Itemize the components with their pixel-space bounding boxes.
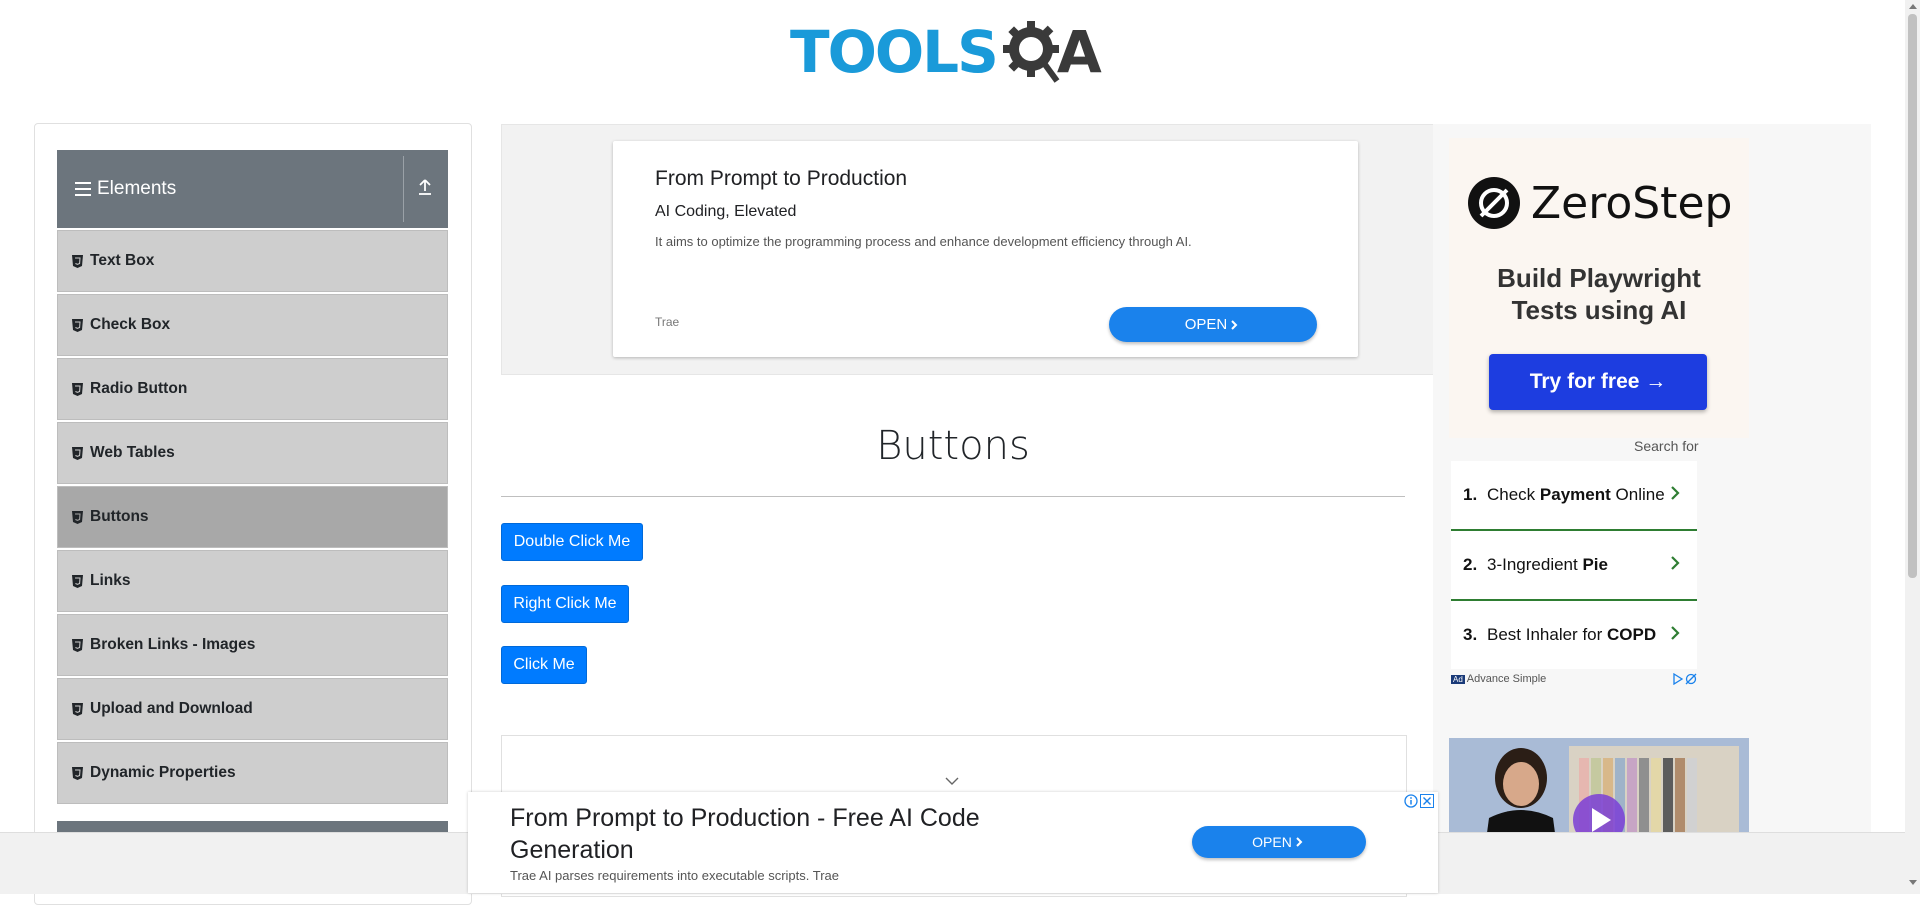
sidebar-item-label: Check Box bbox=[90, 316, 171, 333]
double-click-button[interactable]: Double Click Me bbox=[501, 523, 643, 561]
logo-suffix: A bbox=[1056, 18, 1102, 86]
chevron-right-icon bbox=[1296, 837, 1303, 847]
html5-icon bbox=[72, 574, 83, 588]
html5-icon bbox=[72, 766, 83, 780]
sidebar-item-broken-links[interactable]: Broken Links - Images bbox=[57, 614, 448, 676]
chevron-right-icon bbox=[1671, 556, 1680, 570]
sidebar-item-label: Text Box bbox=[90, 252, 155, 269]
collapse-upload-icon[interactable] bbox=[417, 178, 433, 196]
search-result-1[interactable]: 1. Check Payment Online bbox=[1451, 461, 1697, 529]
bottom-ad-description: Trae AI parses requirements into executa… bbox=[510, 868, 840, 883]
zerostep-tagline: Build Playwright Tests using AI bbox=[1449, 262, 1749, 326]
result-number: 1. bbox=[1463, 485, 1478, 504]
sidebar-item-label: Buttons bbox=[90, 508, 149, 525]
scrollbar-thumb[interactable] bbox=[1908, 14, 1917, 578]
result-text: Best Inhaler for COPD bbox=[1487, 625, 1657, 644]
ad-description: It aims to optimize the programming proc… bbox=[655, 234, 1192, 249]
html5-icon bbox=[72, 254, 83, 268]
elements-group-header[interactable]: Elements bbox=[57, 150, 448, 228]
chevron-right-icon bbox=[1671, 486, 1680, 500]
bottom-ad-headline: From Prompt to Production - Free AI Code… bbox=[510, 804, 980, 864]
zerostep-logo-icon bbox=[1468, 177, 1520, 229]
sidebar-item-links[interactable]: Links bbox=[57, 550, 448, 612]
zerostep-logo: ZeroStep bbox=[1467, 176, 1732, 230]
group-title: Elements bbox=[97, 178, 177, 199]
sidebar-item-label: Broken Links - Images bbox=[90, 636, 256, 653]
bottom-sticky-ad[interactable]: From Prompt to Production - Free AI Code… bbox=[468, 792, 1438, 893]
bottom-ad-open-label: OPEN bbox=[1252, 834, 1292, 850]
ad-footer: Ad Advance Simple bbox=[1451, 672, 1697, 686]
page-title: Buttons bbox=[876, 423, 1030, 469]
elements-menu-list: Text Box Check Box Radio Button Web Tabl… bbox=[57, 230, 448, 806]
click-me-button[interactable]: Click Me bbox=[501, 646, 587, 684]
ad-headline: From Prompt to Production bbox=[655, 167, 908, 190]
sidebar-item-label: Upload and Download bbox=[90, 700, 253, 717]
chevron-right-icon bbox=[1671, 626, 1680, 640]
zerostep-brand: ZeroStep bbox=[1531, 177, 1733, 229]
sidebar-item-label: Dynamic Properties bbox=[90, 764, 236, 781]
result-number: 3. bbox=[1463, 625, 1478, 644]
html5-icon bbox=[72, 318, 83, 332]
search-for-label: Search for bbox=[1634, 438, 1699, 454]
ad-badge: Ad bbox=[1451, 674, 1465, 684]
chevron-right-icon bbox=[1231, 319, 1238, 330]
tagline-line-2: Tests using AI bbox=[1511, 295, 1687, 325]
bottom-ad-open-button[interactable]: OPEN bbox=[1192, 826, 1366, 858]
tagline-line-1: Build Playwright bbox=[1497, 263, 1701, 293]
right-click-button[interactable]: Right Click Me bbox=[501, 585, 629, 623]
sidebar-item-upload-download[interactable]: Upload and Download bbox=[57, 678, 448, 740]
sidebar-item-radio-button[interactable]: Radio Button bbox=[57, 358, 448, 420]
html5-icon bbox=[72, 382, 83, 396]
search-result-2[interactable]: 2. 3-Ingredient Pie bbox=[1451, 531, 1697, 599]
ad-subhead: AI Coding, Elevated bbox=[655, 203, 797, 220]
scroll-down-icon[interactable] bbox=[1909, 880, 1917, 886]
chevron-down-icon[interactable] bbox=[944, 776, 960, 786]
sidebar-item-label: Radio Button bbox=[90, 380, 188, 397]
header-divider bbox=[403, 156, 404, 222]
html5-icon bbox=[72, 638, 83, 652]
ad-brand: Trae bbox=[655, 315, 680, 329]
html5-icon bbox=[72, 446, 83, 460]
page-scrollbar[interactable] bbox=[1905, 0, 1920, 893]
result-number: 2. bbox=[1463, 555, 1478, 574]
sidebar-item-buttons[interactable]: Buttons bbox=[57, 486, 448, 548]
left-sidebar: Elements Text Box Check Box Radio Button… bbox=[34, 123, 472, 905]
result-text: Check Payment Online bbox=[1487, 485, 1665, 504]
info-icon[interactable] bbox=[1404, 794, 1418, 808]
sidebar-item-label: Web Tables bbox=[90, 444, 175, 461]
title-divider bbox=[501, 496, 1405, 497]
sidebar-item-label: Links bbox=[90, 572, 131, 589]
ad-open-button[interactable]: OPEN bbox=[1109, 307, 1317, 342]
ad-open-label: OPEN bbox=[1184, 316, 1228, 333]
sidebar-item-text-box[interactable]: Text Box bbox=[57, 230, 448, 292]
sidebar-item-dynamic-properties[interactable]: Dynamic Properties bbox=[57, 742, 448, 804]
html5-icon bbox=[72, 702, 83, 716]
zerostep-ad[interactable]: ZeroStep Build Playwright Tests using AI… bbox=[1449, 138, 1749, 438]
scroll-up-icon[interactable] bbox=[1909, 3, 1917, 9]
try-for-free-button[interactable]: Try for free → bbox=[1489, 354, 1707, 410]
adchoices-icon[interactable] bbox=[1673, 673, 1697, 685]
ad-controls bbox=[1404, 794, 1434, 808]
search-result-3[interactable]: 3. Best Inhaler for COPD bbox=[1451, 601, 1697, 669]
hamburger-icon bbox=[75, 182, 91, 196]
result-text: 3-Ingredient Pie bbox=[1487, 555, 1608, 574]
sidebar-item-web-tables[interactable]: Web Tables bbox=[57, 422, 448, 484]
top-ad-card[interactable]: From Prompt to Production AI Coding, Ele… bbox=[613, 141, 1358, 357]
ad-footer-text: Advance Simple bbox=[1466, 673, 1547, 685]
html5-icon bbox=[72, 510, 83, 524]
close-icon[interactable] bbox=[1420, 794, 1434, 808]
toolsqa-logo[interactable]: TOOLS A bbox=[790, 14, 1120, 90]
gear-magnifier-icon bbox=[1002, 21, 1060, 83]
sidebar-item-check-box[interactable]: Check Box bbox=[57, 294, 448, 356]
logo-text: TOOLS bbox=[790, 18, 999, 86]
